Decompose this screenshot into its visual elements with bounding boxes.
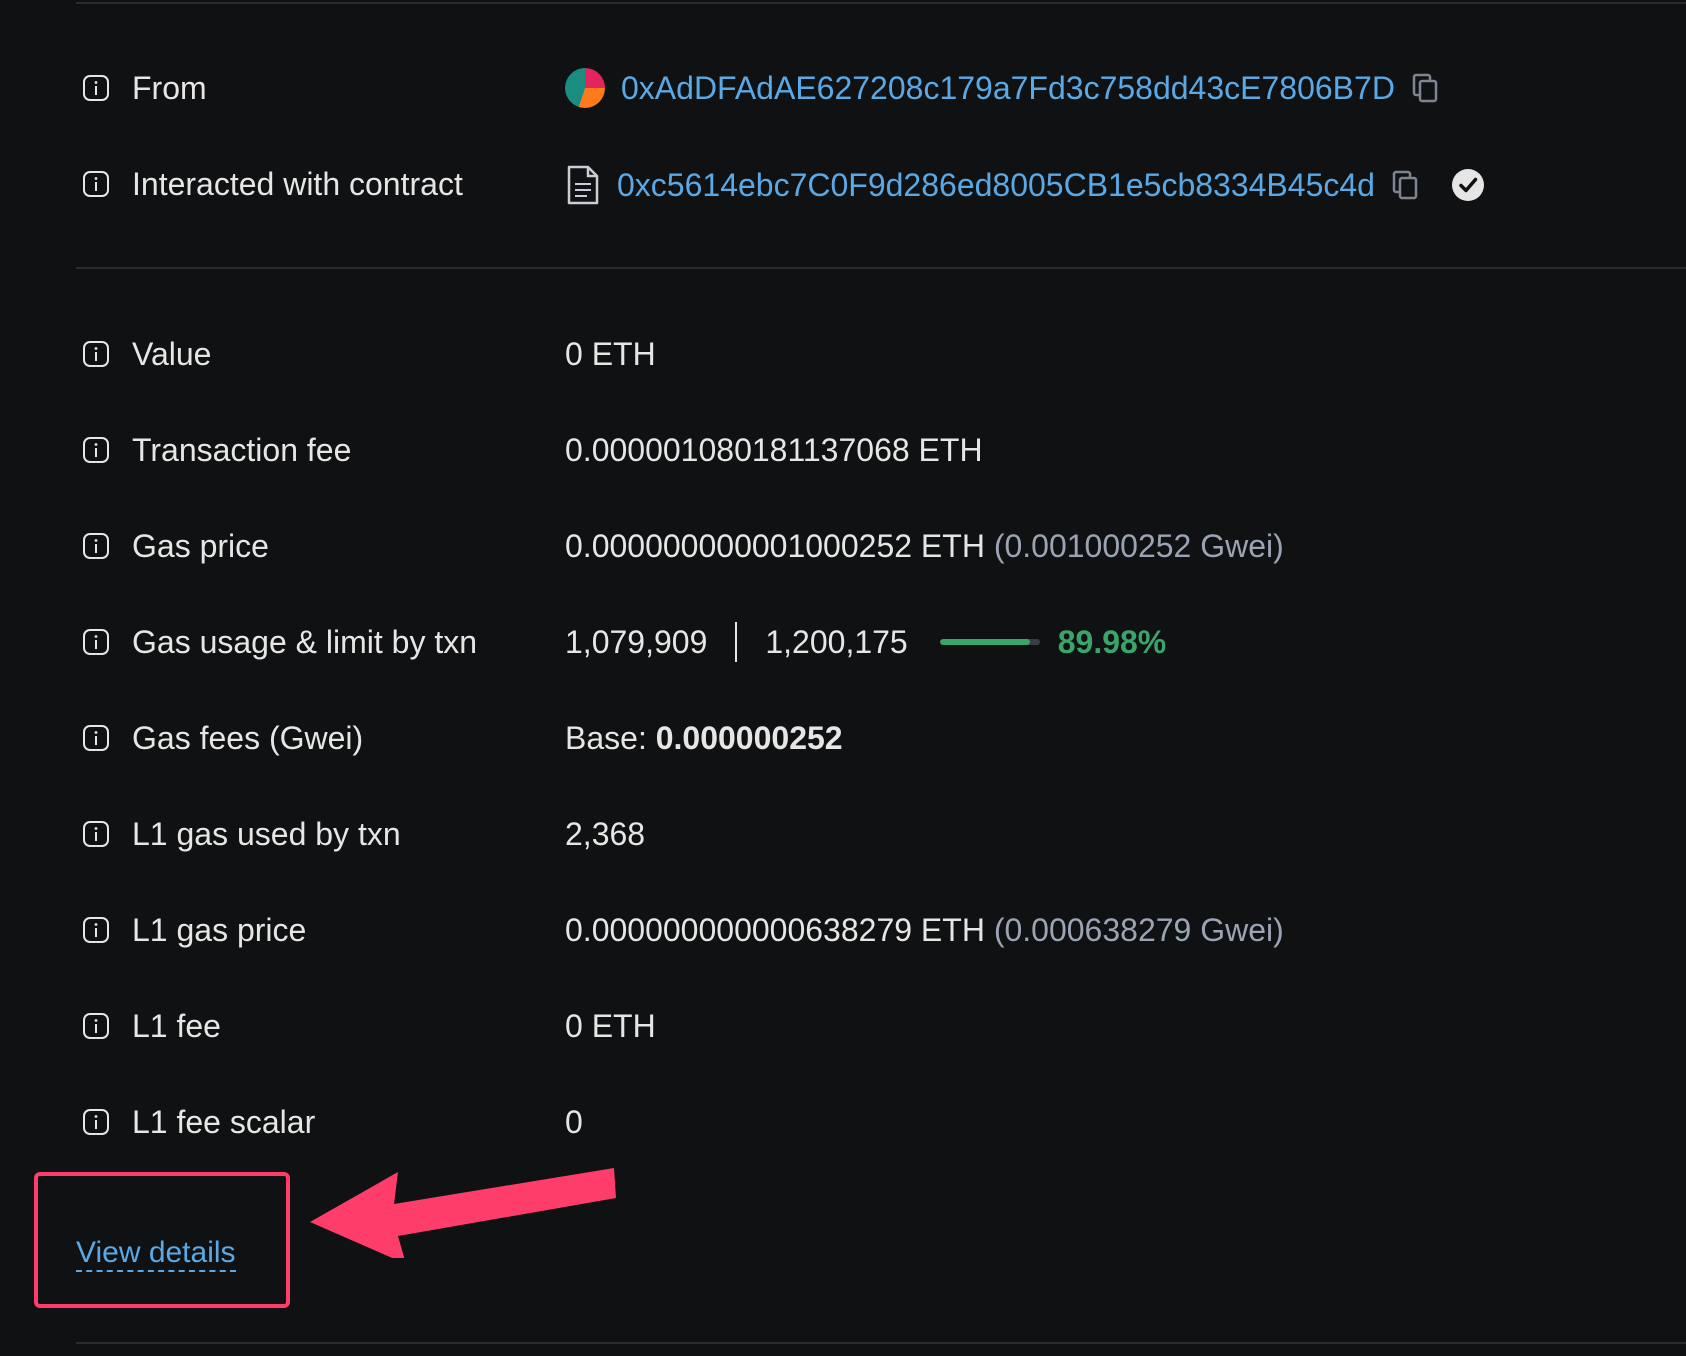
- gas-fees-label: Gas fees (Gwei): [132, 720, 364, 756]
- highlight-annotation-box: [34, 1172, 290, 1308]
- value-text: 0 ETH: [565, 336, 656, 372]
- row-l1-gas-used: L1 gas used by txn 2,368: [0, 814, 1686, 854]
- gas-price-eth: 0.000000000001000252 ETH: [565, 528, 985, 564]
- l1-gas-price-label: L1 gas price: [132, 912, 307, 948]
- gas-separator: [735, 622, 738, 662]
- contract-document-icon: [567, 165, 599, 205]
- row-from: From 0xAdDFAdAE627208c179a7Fd3c758dd43cE…: [0, 68, 1686, 108]
- contract-address-link[interactable]: 0xc5614ebc7C0F9d286ed8005CB1e5cb8334B45c…: [617, 165, 1375, 205]
- l1-gas-used-value: 2,368: [565, 814, 645, 854]
- from-label: From: [132, 70, 207, 106]
- gas-fees-prefix: Base:: [565, 720, 647, 756]
- row-transaction-fee: Transaction fee 0.000001080181137068 ETH: [0, 430, 1686, 470]
- l1-gas-used-text: 2,368: [565, 816, 646, 852]
- info-icon[interactable]: [82, 436, 110, 464]
- copy-icon[interactable]: [1391, 169, 1419, 201]
- row-gas-price: Gas price 0.000000000001000252 ETH (0.00…: [0, 526, 1686, 566]
- contract-value: 0xc5614ebc7C0F9d286ed8005CB1e5cb8334B45c…: [565, 164, 1485, 206]
- bottom-divider: [76, 1342, 1686, 1344]
- info-icon[interactable]: [82, 916, 110, 944]
- info-icon[interactable]: [82, 1108, 110, 1136]
- verified-check-icon: [1451, 169, 1484, 201]
- l1-fee-value: 0 ETH: [565, 1006, 656, 1046]
- value-amount: 0 ETH: [565, 334, 656, 374]
- l1-gas-price-value: 0.000000000000638279 ETH (0.000638279 Gw…: [565, 910, 1284, 950]
- l1-fee-scalar-label: L1 fee scalar: [132, 1104, 316, 1140]
- transaction-details-panel: From 0xAdDFAdAE627208c179a7Fd3c758dd43cE…: [0, 0, 1686, 1356]
- top-divider: [76, 2, 1686, 4]
- from-value: 0xAdDFAdAE627208c179a7Fd3c758dd43cE7806B…: [565, 68, 1439, 108]
- info-icon[interactable]: [82, 340, 110, 368]
- address-avatar: [565, 68, 605, 108]
- gas-limit: 1,200,175: [765, 624, 908, 660]
- gas-usage-bar: [939, 639, 1040, 645]
- info-icon[interactable]: [82, 532, 110, 560]
- transaction-fee-text: 0.000001080181137068 ETH: [565, 432, 983, 468]
- info-icon[interactable]: [82, 724, 110, 752]
- row-l1-gas-price: L1 gas price 0.000000000000638279 ETH (0…: [0, 910, 1686, 950]
- gas-fees-value: Base: 0.000000252: [565, 718, 843, 758]
- gas-usage-percent: 89.98%: [1057, 624, 1167, 660]
- row-gas-fees: Gas fees (Gwei) Base: 0.000000252: [0, 718, 1686, 758]
- contract-label: Interacted with contract: [132, 166, 463, 202]
- from-address-link[interactable]: 0xAdDFAdAE627208c179a7Fd3c758dd43cE7806B…: [621, 68, 1395, 108]
- info-icon[interactable]: [82, 1012, 110, 1040]
- gas-usage-value: 1,079,909 1,200,175 89.98%: [565, 622, 1166, 662]
- gas-price-label: Gas price: [132, 528, 269, 564]
- copy-icon[interactable]: [1411, 72, 1439, 104]
- gas-used: 1,079,909: [565, 624, 708, 660]
- l1-fee-label: L1 fee: [132, 1008, 221, 1044]
- gas-usage-bar-fill: [939, 639, 1030, 645]
- l1-gas-price-gwei: (0.000638279 Gwei): [993, 912, 1284, 948]
- gas-price-gwei: (0.001000252 Gwei): [993, 528, 1284, 564]
- l1-fee-scalar-text: 0: [565, 1104, 583, 1140]
- gas-usage-label: Gas usage & limit by txn: [132, 624, 478, 660]
- info-icon[interactable]: [82, 628, 110, 656]
- info-icon[interactable]: [82, 170, 110, 198]
- info-icon[interactable]: [82, 74, 110, 102]
- gas-fees-base: 0.000000252: [655, 720, 843, 756]
- row-contract: Interacted with contract 0xc5614ebc7C0F9…: [0, 164, 1686, 206]
- section-divider: [76, 267, 1686, 269]
- pointer-arrow-icon: [310, 1168, 616, 1258]
- l1-fee-text: 0 ETH: [565, 1008, 656, 1044]
- transaction-fee-value: 0.000001080181137068 ETH: [565, 430, 983, 470]
- row-gas-usage: Gas usage & limit by txn 1,079,909 1,200…: [0, 622, 1686, 662]
- row-l1-fee-scalar: L1 fee scalar 0: [0, 1102, 1686, 1142]
- l1-fee-scalar-value: 0: [565, 1102, 583, 1142]
- row-l1-fee: L1 fee 0 ETH: [0, 1006, 1686, 1046]
- transaction-fee-label: Transaction fee: [132, 432, 352, 468]
- gas-price-value: 0.000000000001000252 ETH (0.001000252 Gw…: [565, 526, 1284, 566]
- l1-gas-used-label: L1 gas used by txn: [132, 816, 401, 852]
- info-icon[interactable]: [82, 820, 110, 848]
- l1-gas-price-eth: 0.000000000000638279 ETH: [565, 912, 985, 948]
- row-value: Value 0 ETH: [0, 334, 1686, 374]
- value-label: Value: [132, 336, 212, 372]
